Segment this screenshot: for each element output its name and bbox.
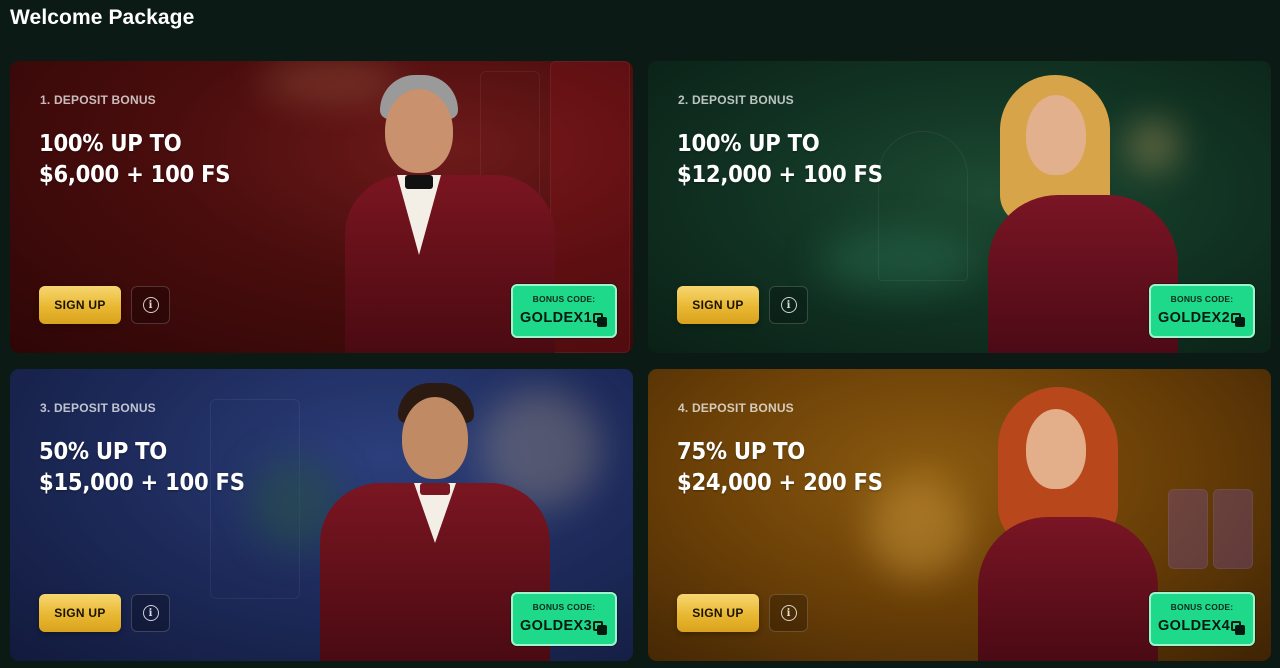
bonus-code-title: BONUS CODE: xyxy=(532,602,596,612)
sign-up-button[interactable]: SIGN UP xyxy=(677,286,759,324)
copy-icon[interactable] xyxy=(1231,313,1245,327)
bonus-code-value: GOLDEX2 xyxy=(1158,310,1231,326)
bonus-card-4: 4. DEPOSIT BONUS 75% UP TO $24,000 + 200… xyxy=(648,369,1271,661)
bonus-card-1: 1. DEPOSIT BONUS 100% UP TO $6,000 + 100… xyxy=(10,61,633,353)
bonus-headline: 100% UP TO $6,000 + 100 FS xyxy=(39,129,230,191)
bonus-headline: 100% UP TO $12,000 + 100 FS xyxy=(677,129,883,191)
bonus-headline-line1: 75% UP TO xyxy=(677,439,806,465)
copy-icon[interactable] xyxy=(593,313,607,327)
info-button[interactable]: i xyxy=(131,594,170,632)
character-illustration xyxy=(968,387,1168,661)
deposit-bonus-label: 3. DEPOSIT BONUS xyxy=(40,401,156,415)
sign-up-button[interactable]: SIGN UP xyxy=(677,594,759,632)
bonus-code-box[interactable]: BONUS CODE: GOLDEX1 xyxy=(511,284,617,338)
bonus-code-box[interactable]: BONUS CODE: GOLDEX3 xyxy=(511,592,617,646)
sign-up-button[interactable]: SIGN UP xyxy=(39,286,121,324)
deposit-bonus-label: 1. DEPOSIT BONUS xyxy=(40,93,156,107)
bonus-card-3: 3. DEPOSIT BONUS 50% UP TO $15,000 + 100… xyxy=(10,369,633,661)
bonus-headline-line2: $15,000 + 100 FS xyxy=(39,470,245,496)
bonus-headline: 50% UP TO $15,000 + 100 FS xyxy=(39,437,245,499)
bonus-code-value: GOLDEX1 xyxy=(520,310,593,326)
info-button[interactable]: i xyxy=(769,594,808,632)
welcome-package-page: Welcome Package 1. DEPOSIT BONUS 100% UP… xyxy=(0,0,1280,668)
bonus-headline-line2: $24,000 + 200 FS xyxy=(677,470,883,496)
copy-icon[interactable] xyxy=(1231,621,1245,635)
bonus-code-box[interactable]: BONUS CODE: GOLDEX2 xyxy=(1149,284,1255,338)
page-title: Welcome Package xyxy=(10,6,195,29)
bonus-code-title: BONUS CODE: xyxy=(1170,294,1234,304)
info-icon: i xyxy=(780,605,797,621)
copy-icon[interactable] xyxy=(593,621,607,635)
deposit-bonus-label: 4. DEPOSIT BONUS xyxy=(678,401,794,415)
bonus-code-box[interactable]: BONUS CODE: GOLDEX4 xyxy=(1149,592,1255,646)
info-icon: i xyxy=(142,605,159,621)
info-button[interactable]: i xyxy=(769,286,808,324)
bonus-code-title: BONUS CODE: xyxy=(532,294,596,304)
bonus-code-value: GOLDEX4 xyxy=(1158,618,1231,634)
bonus-headline-line2: $12,000 + 100 FS xyxy=(677,162,883,188)
info-icon: i xyxy=(780,297,797,313)
bonus-card-2: 2. DEPOSIT BONUS 100% UP TO $12,000 + 10… xyxy=(648,61,1271,353)
info-button[interactable]: i xyxy=(131,286,170,324)
sign-up-button[interactable]: SIGN UP xyxy=(39,594,121,632)
deposit-bonus-label: 2. DEPOSIT BONUS xyxy=(678,93,794,107)
bonus-headline-line1: 100% UP TO xyxy=(39,131,182,157)
bonus-code-title: BONUS CODE: xyxy=(1170,602,1234,612)
info-icon: i xyxy=(142,297,159,313)
bonus-headline: 75% UP TO $24,000 + 200 FS xyxy=(677,437,883,499)
bonus-headline-line1: 100% UP TO xyxy=(677,131,820,157)
bonus-code-value: GOLDEX3 xyxy=(520,618,593,634)
bonus-headline-line2: $6,000 + 100 FS xyxy=(39,162,231,188)
bonus-headline-line1: 50% UP TO xyxy=(39,439,168,465)
